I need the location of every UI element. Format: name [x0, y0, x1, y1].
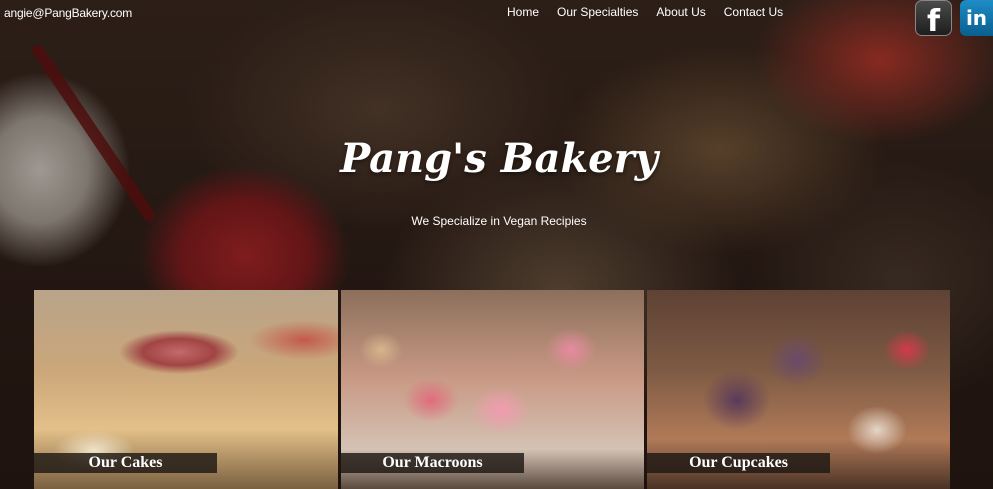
- card-caption: Our Macroons: [341, 453, 524, 473]
- top-bar: angie@PangBakery.com Home Our Specialtie…: [0, 0, 993, 39]
- card-our-cupcakes[interactable]: Our Cupcakes: [647, 290, 950, 489]
- nav-home[interactable]: Home: [507, 5, 539, 19]
- main-nav: Home Our Specialties About Us Contact Us: [507, 5, 783, 19]
- linkedin-icon[interactable]: in: [960, 0, 993, 36]
- card-our-cakes[interactable]: Our Cakes: [34, 290, 338, 489]
- card-caption: Our Cupcakes: [647, 453, 830, 473]
- site-title: Pang's Bakery: [340, 135, 658, 182]
- card-our-macroons[interactable]: Our Macroons: [341, 290, 644, 489]
- nav-about-us[interactable]: About Us: [656, 5, 705, 19]
- site-tagline: We Specialize in Vegan Recipies: [411, 214, 587, 228]
- facebook-glyph: f: [926, 3, 941, 39]
- facebook-icon[interactable]: f: [915, 0, 952, 39]
- nav-contact-us[interactable]: Contact Us: [724, 5, 783, 19]
- nav-our-specialties[interactable]: Our Specialties: [557, 5, 638, 19]
- card-caption: Our Cakes: [34, 453, 217, 473]
- contact-email: angie@PangBakery.com: [4, 6, 133, 20]
- linkedin-glyph: in: [965, 6, 988, 30]
